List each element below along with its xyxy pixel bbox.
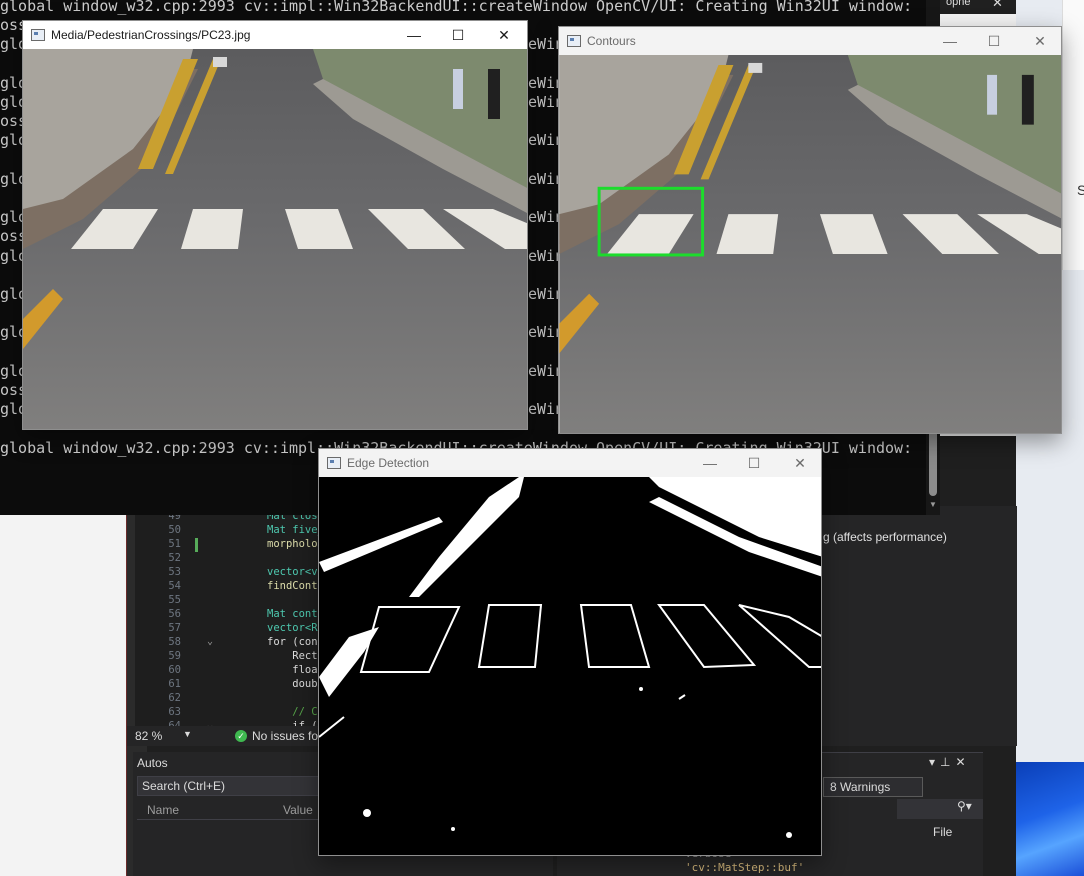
minimize-button[interactable]: — <box>399 25 429 45</box>
code-text: // Ch <box>267 706 324 718</box>
code-text: vector<Re <box>267 622 324 634</box>
side-panel: S <box>1062 0 1084 270</box>
line-number: 56 <box>168 608 181 620</box>
line-number: 53 <box>168 566 181 578</box>
code-text: Mat five_ <box>267 524 324 536</box>
console-line: global window_w32.cpp:2993 cv::impl::Win… <box>0 0 913 15</box>
zoom-level[interactable]: 82 % <box>135 729 162 743</box>
name-column-header[interactable]: Name <box>147 803 179 817</box>
contours-window[interactable]: Contours — ☐ ✕ <box>558 26 1062 434</box>
edge-map <box>319 477 821 855</box>
scroll-down-icon[interactable]: ▼ <box>926 500 940 512</box>
window-titlebar[interactable]: Media/PedestrianCrossings/PC23.jpg — ☐ ✕ <box>23 21 527 49</box>
image-view <box>319 477 821 855</box>
minimize-button[interactable]: — <box>695 453 725 473</box>
terminal-tab[interactable]: ophe ✕ <box>940 0 1016 14</box>
line-number: 61 <box>168 678 181 690</box>
crossing-photo <box>23 49 527 429</box>
line-number: 50 <box>168 524 181 536</box>
line-number: 54 <box>168 580 181 592</box>
terminal-tab-label[interactable]: ophe <box>946 0 970 8</box>
code-text: Rect <box>267 650 318 662</box>
close-button[interactable]: ✕ <box>785 453 815 473</box>
window-titlebar[interactable]: Edge Detection — ☐ ✕ <box>319 449 821 477</box>
window-title: Media/PedestrianCrossings/PC23.jpg <box>51 28 251 42</box>
error-row-text: 'cv::MatStep::buf' <box>685 861 805 874</box>
value-column-header[interactable]: Value <box>283 803 313 817</box>
window-app-icon <box>567 35 581 47</box>
line-number: 58 <box>168 636 181 648</box>
pin-icon[interactable]: ▾⊥✕ <box>929 755 971 769</box>
issues-status[interactable]: No issues fou <box>252 729 325 743</box>
window-app-icon <box>327 457 341 469</box>
close-icon[interactable]: ✕ <box>992 0 1003 11</box>
maximize-button[interactable]: ☐ <box>739 453 769 473</box>
close-button[interactable]: ✕ <box>1025 31 1055 51</box>
fold-chevron-icon[interactable]: ⌄ <box>207 636 213 647</box>
line-number: 59 <box>168 650 181 662</box>
window-app-icon <box>31 29 45 41</box>
line-number: 60 <box>168 664 181 676</box>
code-text: for (cons <box>267 636 324 648</box>
code-text: doubl <box>267 678 324 690</box>
maximize-button[interactable]: ☐ <box>443 25 473 45</box>
option-text: g (affects performance) <box>823 530 947 544</box>
chevron-down-icon[interactable]: ▼ <box>183 729 192 739</box>
maximize-button[interactable]: ☐ <box>979 31 1009 51</box>
file-column-header[interactable]: File <box>933 825 952 839</box>
line-number: 52 <box>168 552 181 564</box>
change-indicator <box>195 538 198 552</box>
desktop-wallpaper <box>1016 762 1084 876</box>
code-text: vector<ve <box>267 566 324 578</box>
image-view <box>559 55 1061 433</box>
window-titlebar[interactable]: Contours — ☐ ✕ <box>559 27 1061 55</box>
edge-detection-window[interactable]: Edge Detection — ☐ ✕ <box>318 448 822 856</box>
code-text: morpholog <box>267 538 324 550</box>
line-number: 63 <box>168 706 181 718</box>
scrollbar-thumb[interactable] <box>929 428 937 496</box>
search-icon[interactable]: ⚲▾ <box>897 799 983 819</box>
original-image-window[interactable]: Media/PedestrianCrossings/PC23.jpg — ☐ ✕ <box>22 20 528 430</box>
check-circle-icon: ✓ <box>235 730 247 742</box>
line-number: 55 <box>168 594 181 606</box>
minimize-button[interactable]: — <box>935 31 965 51</box>
autos-title: Autos <box>137 756 168 770</box>
code-text: float <box>267 664 324 676</box>
code-text: findConto <box>267 580 324 592</box>
image-view <box>23 49 527 429</box>
line-number: 62 <box>168 692 181 704</box>
warnings-filter-button[interactable]: 8 Warnings <box>823 777 923 797</box>
window-title: Contours <box>587 34 636 48</box>
line-number: 57 <box>168 622 181 634</box>
contours-photo <box>559 55 1061 433</box>
window-title: Edge Detection <box>347 456 430 470</box>
close-button[interactable]: ✕ <box>489 25 519 45</box>
side-panel-letter: S <box>1077 182 1084 198</box>
code-text: Mat conto <box>267 608 324 620</box>
line-number: 51 <box>168 538 181 550</box>
